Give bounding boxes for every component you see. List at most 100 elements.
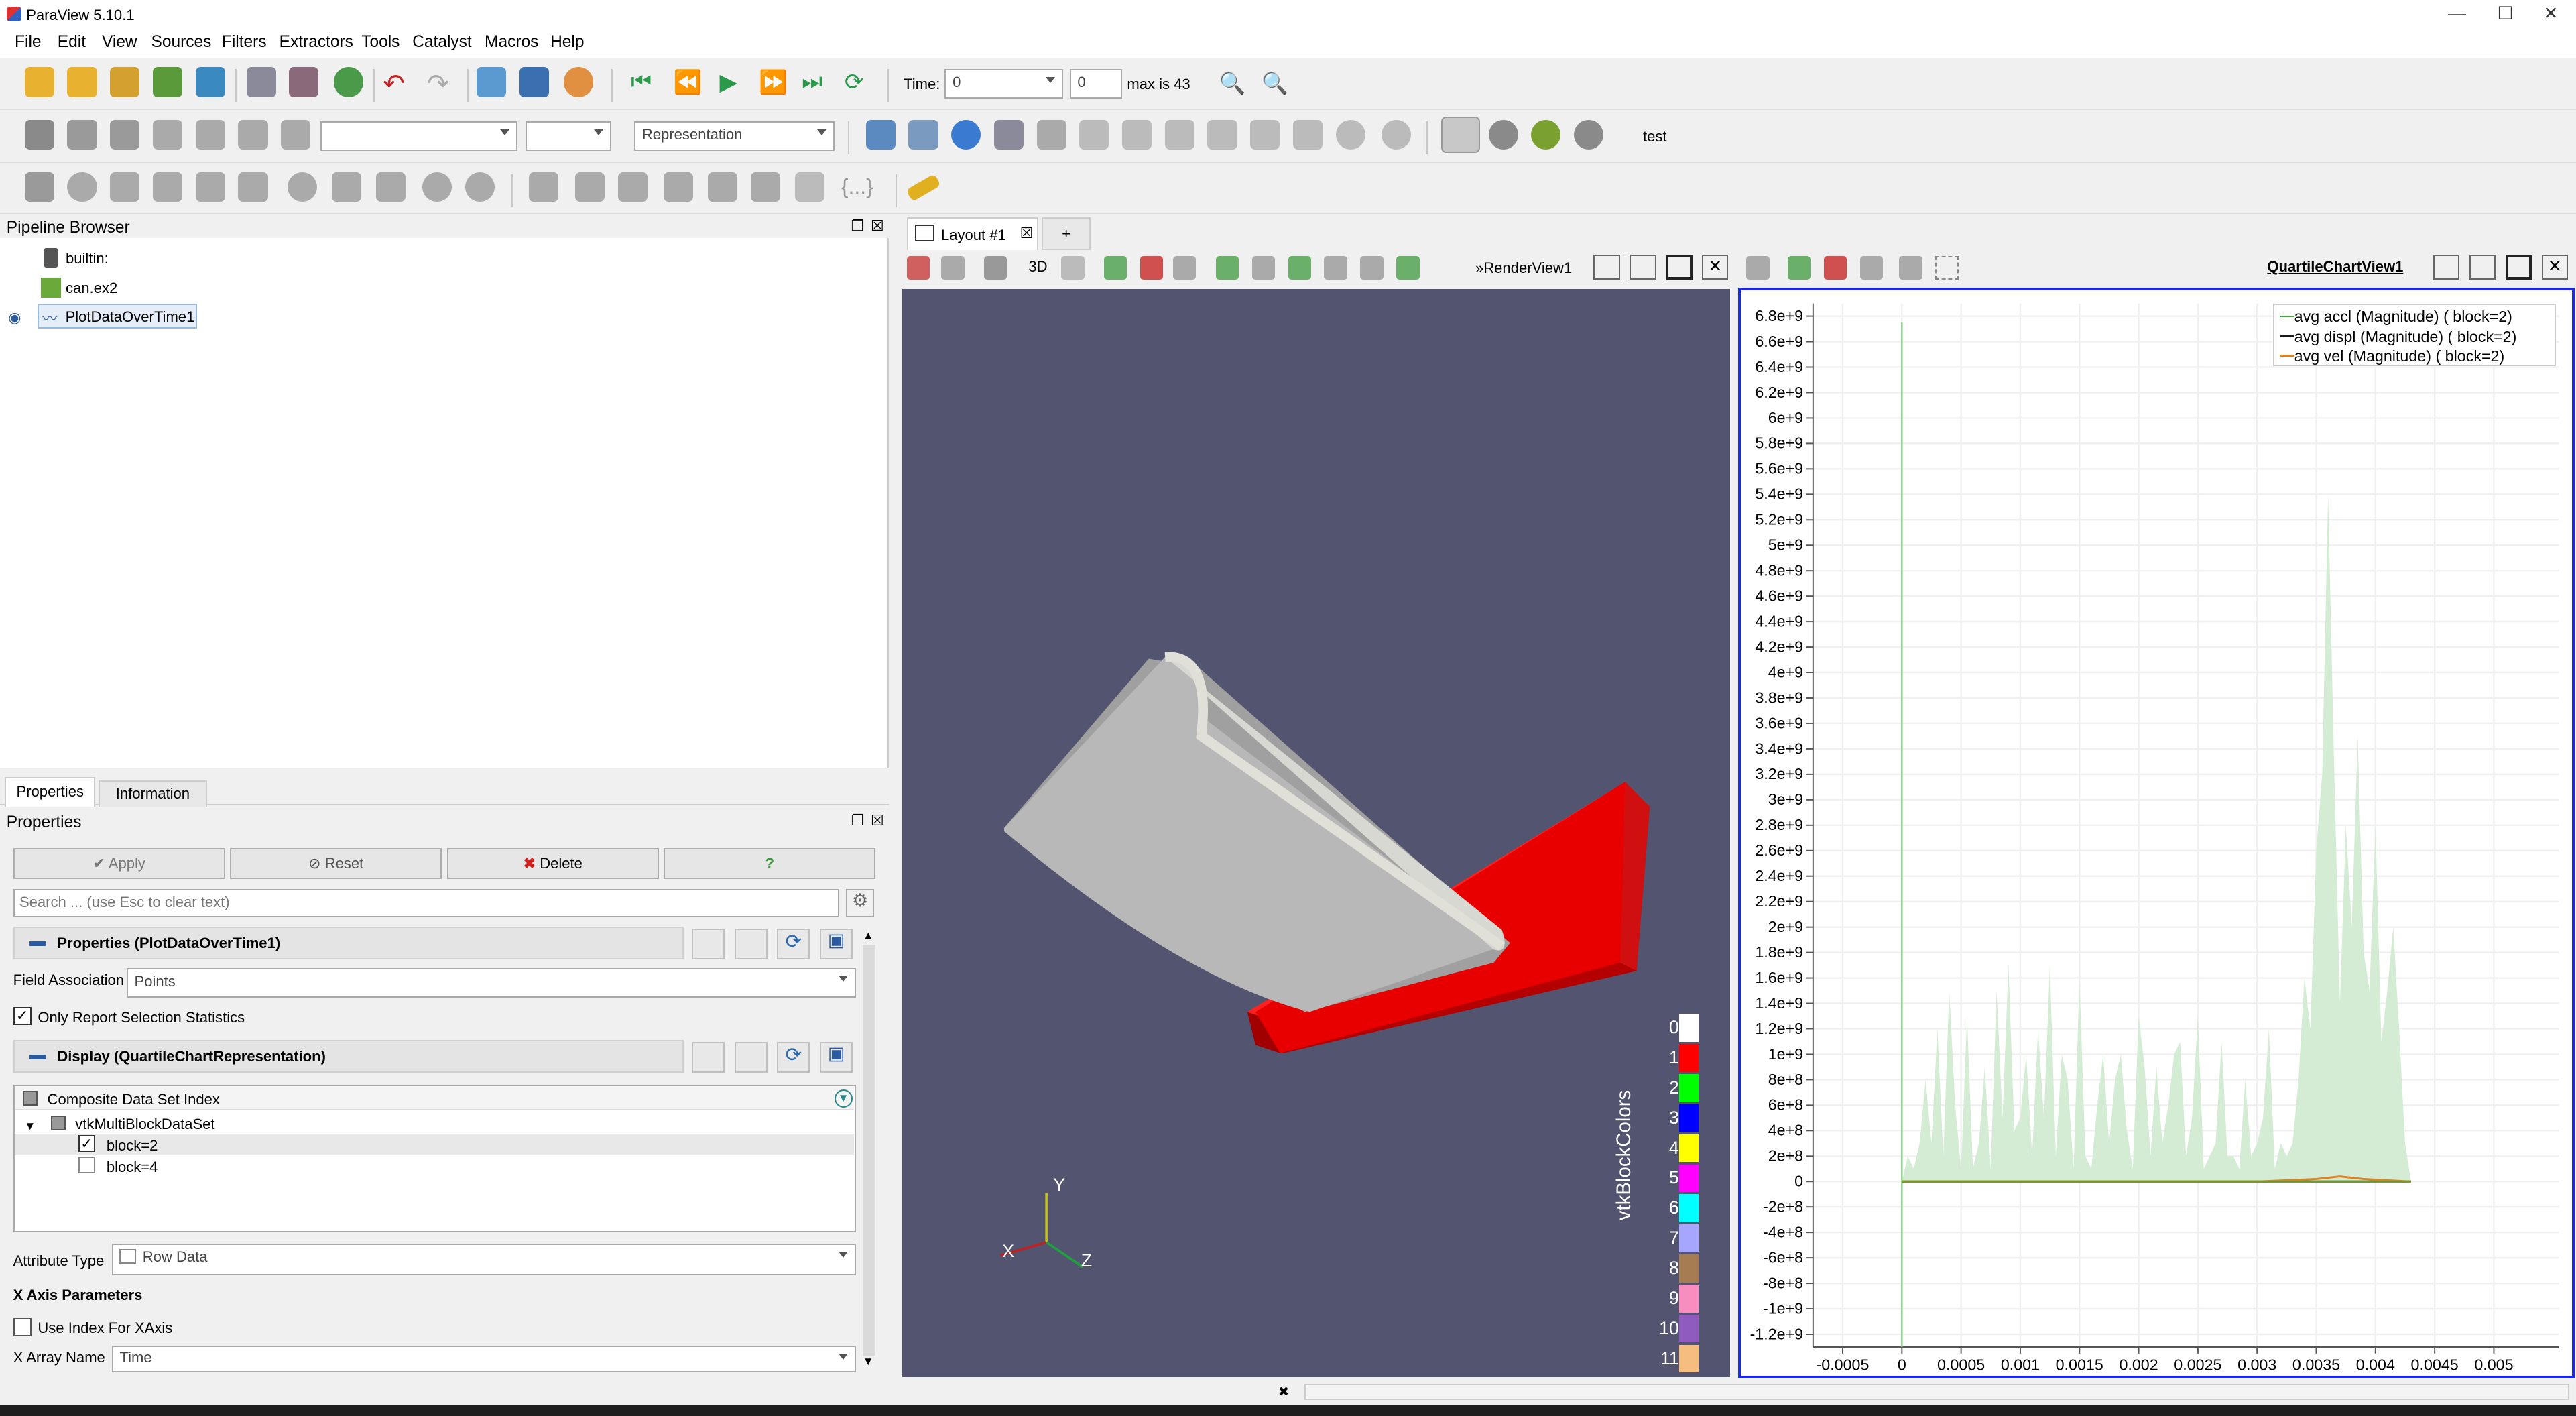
field-association-combo[interactable]: Points <box>126 967 856 998</box>
chart-screenshot-icon[interactable] <box>1746 256 1770 280</box>
time-combo[interactable]: 0 <box>944 68 1063 99</box>
filter-glyph-icon[interactable] <box>287 172 318 202</box>
maximize-view-icon[interactable] <box>1666 254 1693 280</box>
expand-arrow-icon[interactable]: ▼ <box>24 1119 36 1133</box>
rotate-plus-90-icon[interactable] <box>1335 119 1365 150</box>
server-connect-icon[interactable] <box>246 67 276 97</box>
float-panel-icon[interactable]: ❐ <box>851 217 865 235</box>
pipeline-item-builtin[interactable]: builtin: <box>41 247 369 270</box>
center-axes-icon[interactable] <box>951 119 981 150</box>
save-defaults-icon[interactable]: ▣ <box>820 928 853 960</box>
filter-warp-icon[interactable] <box>376 172 406 202</box>
filter-plot-data-icon[interactable] <box>708 172 738 202</box>
maximize-button[interactable]: ☐ <box>2498 3 2514 24</box>
chart-polygon-icon[interactable] <box>1935 256 1959 280</box>
close-button[interactable]: ✕ <box>2543 3 2559 24</box>
filter-python-icon[interactable]: {...} <box>841 174 873 199</box>
composite-index-tree[interactable]: Composite Data Set Index ▼ ▼ vtkMultiBlo… <box>13 1084 856 1233</box>
reset-camera-x-icon[interactable] <box>152 119 183 150</box>
close-tab-icon[interactable]: ☒ <box>1020 225 1034 242</box>
advanced-gear-icon[interactable]: ⚙ <box>846 888 874 917</box>
chart-toggle-icon[interactable] <box>1859 256 1883 280</box>
chart-split-horizontal-icon[interactable] <box>2433 254 2460 280</box>
menu-sources[interactable]: Sources <box>151 33 211 52</box>
menu-edit[interactable]: Edit <box>58 33 86 52</box>
select-frustum-icon[interactable] <box>1215 256 1239 280</box>
color-palette-icon[interactable] <box>563 67 593 97</box>
chart-points-icon[interactable] <box>1899 256 1922 280</box>
use-index-checkbox[interactable] <box>13 1317 32 1336</box>
rotate-minus-90-icon[interactable] <box>1382 119 1412 150</box>
add-layout-button[interactable]: + <box>1041 217 1091 250</box>
filter-probe-icon[interactable] <box>529 172 559 202</box>
properties-section-header[interactable]: Properties (PlotDataOverTime1) <box>13 927 684 960</box>
connect-icon[interactable] <box>152 67 183 97</box>
filter-threshold-icon[interactable] <box>195 172 225 202</box>
undo-icon[interactable]: ↶ <box>383 69 405 99</box>
previous-frame-icon[interactable]: ⏪ <box>674 69 702 96</box>
menu-macros[interactable]: Macros <box>485 33 538 52</box>
reload-icon[interactable] <box>333 67 363 97</box>
scroll-up-icon[interactable]: ▲ <box>863 929 874 943</box>
menu-tools[interactable]: Tools <box>361 33 400 52</box>
chart-deselect-icon[interactable] <box>1823 256 1847 280</box>
chart-view[interactable]: 6.8e+9 6.6e+9 6.4e+9 6.2e+9 6e+9 5.8e+9 5.6e+9… <box>1738 287 2575 1379</box>
select-points-icon[interactable] <box>1173 256 1197 280</box>
minus-x-icon[interactable] <box>1122 119 1152 150</box>
filter-plot-over-time-icon[interactable] <box>751 172 781 202</box>
tree-menu-icon[interactable]: ▼ <box>834 1089 853 1108</box>
filter-contour-icon[interactable] <box>67 172 97 202</box>
first-frame-icon[interactable]: ⏮ <box>631 69 652 95</box>
help-button[interactable]: ? <box>664 847 876 880</box>
clip-icon[interactable] <box>110 119 140 150</box>
x-array-combo[interactable]: Time <box>111 1346 856 1372</box>
refresh-icon[interactable]: ⟳ <box>777 1041 810 1073</box>
contour-icon[interactable] <box>67 119 97 150</box>
calculator-icon[interactable] <box>24 119 54 150</box>
tab-layout-1[interactable]: Layout #1 ☒ <box>906 217 1039 250</box>
reset-camera-z-icon[interactable] <box>238 119 268 150</box>
search-input[interactable]: Search ... (use Esc to clear text) <box>13 888 840 917</box>
block-2-checkbox[interactable]: ✓ <box>78 1135 95 1152</box>
paste-icon[interactable] <box>734 928 768 960</box>
adjust-camera-icon[interactable] <box>1574 119 1604 150</box>
delete-button[interactable]: ✖ Delete <box>446 847 659 880</box>
filter-histogram-icon[interactable] <box>617 172 648 202</box>
representation-combo[interactable]: Representation <box>634 121 835 152</box>
copy-icon[interactable] <box>691 1041 725 1073</box>
screenshot-icon[interactable] <box>984 256 1007 280</box>
rescale-icon[interactable] <box>281 119 311 150</box>
copy-icon[interactable] <box>691 928 725 960</box>
last-frame-icon[interactable]: ⏭ <box>802 69 822 95</box>
deselect-icon[interactable] <box>1140 256 1164 280</box>
menu-extractors[interactable]: Extractors <box>280 33 353 52</box>
float-properties-icon[interactable]: ❐ <box>851 812 865 829</box>
pick-center-icon[interactable] <box>993 119 1024 150</box>
menu-catalyst[interactable]: Catalyst <box>412 33 472 52</box>
chart-select-icon[interactable] <box>1787 256 1811 280</box>
filter-particle-icon[interactable] <box>795 172 825 202</box>
pipeline-item-can-ex2[interactable]: can.ex2 <box>41 276 369 299</box>
play-icon[interactable]: ▶ <box>720 69 737 96</box>
save-state-icon[interactable] <box>195 67 225 97</box>
pipeline-item-plotdataovertime1[interactable]: 〰 PlotDataOverTime1 <box>38 304 198 329</box>
zoom-to-data-icon[interactable] <box>908 119 938 150</box>
filter-clip-icon[interactable] <box>110 172 140 202</box>
scroll-down-icon[interactable]: ▼ <box>863 1354 874 1368</box>
save-data-icon[interactable] <box>110 67 140 97</box>
shrink-selection-icon[interactable] <box>1396 256 1420 280</box>
minus-y-icon[interactable] <box>1207 119 1237 150</box>
component-combo[interactable] <box>526 121 611 152</box>
filter-extract-level-icon[interactable] <box>465 172 495 202</box>
visibility-eye-icon[interactable]: ◉ <box>8 309 21 327</box>
filter-slice-icon[interactable] <box>152 172 183 202</box>
paste-icon[interactable] <box>734 1041 768 1073</box>
header-checkbox[interactable] <box>22 1091 38 1106</box>
toggle-3d-button[interactable]: 3D <box>1028 258 1047 276</box>
properties-scrollbar[interactable]: ▲ ▼ <box>861 928 877 1372</box>
select-polygon-icon[interactable] <box>1288 256 1311 280</box>
split-vertical-icon[interactable] <box>1630 254 1656 280</box>
open-icon[interactable] <box>24 67 54 97</box>
block-4-checkbox[interactable] <box>78 1157 95 1173</box>
attribute-type-combo[interactable]: Row Data <box>111 1244 856 1275</box>
